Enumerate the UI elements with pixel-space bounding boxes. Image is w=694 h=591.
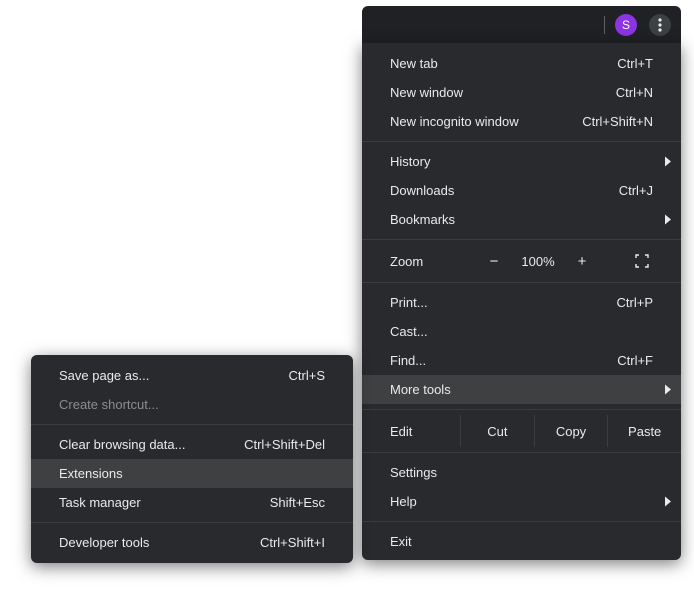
more-vert-icon xyxy=(658,18,662,32)
menu-separator xyxy=(31,522,353,523)
menu-label: Create shortcut... xyxy=(59,397,325,412)
menu-item-new-window[interactable]: New window Ctrl+N xyxy=(362,78,681,107)
menu-item-help[interactable]: Help xyxy=(362,487,681,516)
menu-label: Downloads xyxy=(390,183,607,198)
menu-item-more-tools[interactable]: More tools xyxy=(362,375,681,404)
edit-copy-button[interactable]: Copy xyxy=(534,415,608,447)
menu-label: Bookmarks xyxy=(390,212,653,227)
menu-shortcut: Ctrl+Shift+N xyxy=(582,114,653,129)
menu-shortcut: Ctrl+J xyxy=(619,183,653,198)
submenu-item-developer-tools[interactable]: Developer tools Ctrl+Shift+I xyxy=(31,528,353,557)
menu-separator xyxy=(362,141,681,142)
menu-label: New window xyxy=(390,85,604,100)
submenu-arrow-icon xyxy=(665,212,671,227)
menu-separator xyxy=(362,521,681,522)
menu-label: New incognito window xyxy=(390,114,570,129)
menu-label: Help xyxy=(390,494,653,509)
menu-label: Cast... xyxy=(390,324,653,339)
menu-shortcut: Ctrl+Shift+I xyxy=(260,535,325,550)
submenu-item-create-shortcut: Create shortcut... xyxy=(31,390,353,419)
menu-shortcut: Ctrl+F xyxy=(617,353,653,368)
menu-item-zoom: Zoom − 100% + xyxy=(362,245,681,277)
menu-button[interactable] xyxy=(649,14,671,36)
menu-label: Exit xyxy=(390,534,653,549)
zoom-in-button[interactable]: + xyxy=(562,253,602,270)
more-tools-submenu: Save page as... Ctrl+S Create shortcut..… xyxy=(31,355,353,563)
menu-separator xyxy=(31,424,353,425)
edit-cut-button[interactable]: Cut xyxy=(460,415,534,447)
submenu-item-task-manager[interactable]: Task manager Shift+Esc xyxy=(31,488,353,517)
menu-separator xyxy=(362,452,681,453)
menu-item-find[interactable]: Find... Ctrl+F xyxy=(362,346,681,375)
menu-shortcut: Ctrl+N xyxy=(616,85,653,100)
menu-shortcut: Ctrl+T xyxy=(617,56,653,71)
menu-item-history[interactable]: History xyxy=(362,147,681,176)
menu-label: Find... xyxy=(390,353,605,368)
profile-avatar[interactable]: S xyxy=(615,14,637,36)
edit-label: Edit xyxy=(390,415,460,447)
menu-label: Print... xyxy=(390,295,605,310)
edit-paste-button[interactable]: Paste xyxy=(607,415,681,447)
submenu-item-extensions[interactable]: Extensions xyxy=(31,459,353,488)
menu-shortcut: Shift+Esc xyxy=(270,495,325,510)
menu-label: Extensions xyxy=(59,466,325,481)
avatar-letter: S xyxy=(622,18,630,32)
menu-item-print[interactable]: Print... Ctrl+P xyxy=(362,288,681,317)
menu-label: Clear browsing data... xyxy=(59,437,232,452)
zoom-out-button[interactable]: − xyxy=(474,253,514,270)
menu-label: Save page as... xyxy=(59,368,277,383)
menu-item-exit[interactable]: Exit xyxy=(362,527,681,556)
submenu-item-save-page-as[interactable]: Save page as... Ctrl+S xyxy=(31,361,353,390)
menu-label: Developer tools xyxy=(59,535,248,550)
menu-label: History xyxy=(390,154,653,169)
fullscreen-icon xyxy=(635,254,649,268)
menu-label: Task manager xyxy=(59,495,258,510)
menu-separator xyxy=(362,282,681,283)
zoom-value: 100% xyxy=(514,254,562,269)
menu-label: Settings xyxy=(390,465,653,480)
menu-separator xyxy=(362,239,681,240)
menu-item-bookmarks[interactable]: Bookmarks xyxy=(362,205,681,234)
menu-label: New tab xyxy=(390,56,605,71)
submenu-arrow-icon xyxy=(665,154,671,169)
menu-item-settings[interactable]: Settings xyxy=(362,458,681,487)
menu-separator xyxy=(362,409,681,410)
menu-item-new-incognito[interactable]: New incognito window Ctrl+Shift+N xyxy=(362,107,681,136)
menu-shortcut: Ctrl+Shift+Del xyxy=(244,437,325,452)
fullscreen-button[interactable] xyxy=(602,254,681,268)
submenu-arrow-icon xyxy=(665,382,671,397)
menu-item-edit: Edit Cut Copy Paste xyxy=(362,415,681,447)
menu-shortcut: Ctrl+S xyxy=(289,368,325,383)
menu-label: More tools xyxy=(390,382,681,397)
browser-main-menu: New tab Ctrl+T New window Ctrl+N New inc… xyxy=(362,43,681,560)
submenu-item-clear-browsing-data[interactable]: Clear browsing data... Ctrl+Shift+Del xyxy=(31,430,353,459)
menu-item-new-tab[interactable]: New tab Ctrl+T xyxy=(362,49,681,78)
toolbar-separator xyxy=(604,16,605,34)
zoom-label: Zoom xyxy=(390,254,474,269)
menu-item-cast[interactable]: Cast... xyxy=(362,317,681,346)
menu-shortcut: Ctrl+P xyxy=(617,295,653,310)
menu-item-downloads[interactable]: Downloads Ctrl+J xyxy=(362,176,681,205)
browser-toolbar: S xyxy=(362,6,681,43)
submenu-arrow-icon xyxy=(665,494,671,509)
